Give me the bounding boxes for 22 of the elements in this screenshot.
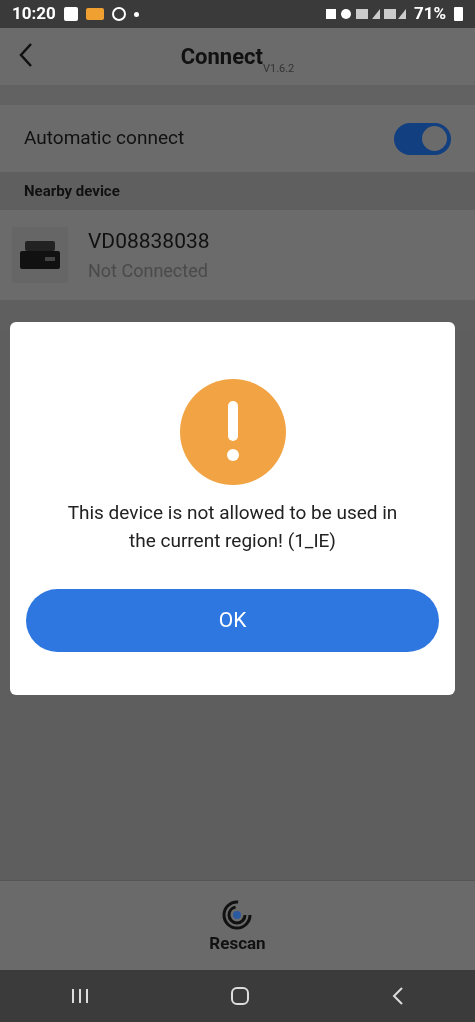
battery-icon	[454, 7, 463, 21]
back-icon[interactable]	[392, 986, 405, 1006]
warning-icon	[179, 379, 286, 485]
home-icon[interactable]	[230, 986, 251, 1006]
signal-icon	[325, 7, 406, 21]
section-title: Nearby device	[24, 180, 120, 202]
rescan-button[interactable]: Rescan	[209, 894, 266, 957]
battery-percent: 71%	[413, 2, 446, 26]
notification-icon	[111, 7, 126, 21]
status-time: 10:20	[12, 2, 56, 26]
notification-icon	[63, 7, 78, 21]
page-title: Connect	[180, 43, 263, 69]
back-button[interactable]	[18, 42, 34, 68]
dialog-message: This device is not allowed to be used in the current region! (1_IE)	[66, 500, 399, 554]
version-label: V1.6.2	[262, 61, 295, 77]
device-icon	[12, 227, 68, 283]
auto-connect-label: Automatic connect	[24, 125, 185, 152]
device-name: VD08838038	[88, 227, 210, 255]
ok-button[interactable]: OK	[26, 589, 439, 652]
notification-icon	[85, 8, 104, 20]
toggle-switch[interactable]	[394, 122, 451, 155]
recent-apps-icon[interactable]	[70, 988, 89, 1004]
